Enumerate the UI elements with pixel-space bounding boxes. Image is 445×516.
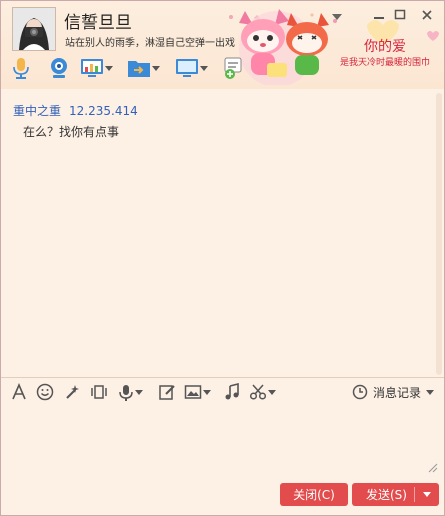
resize-grip-icon[interactable] xyxy=(428,463,438,473)
doodle-button[interactable] xyxy=(158,382,176,402)
banner-title: 你的爱 xyxy=(364,39,406,55)
close-button[interactable]: 关闭(C) xyxy=(280,483,348,506)
voice-message-button[interactable] xyxy=(118,382,144,402)
contact-signature: 站在别人的雨季，淋湿自己空弹一出戏 xyxy=(65,38,235,49)
magic-wand-icon xyxy=(66,385,79,399)
chat-header: 信誓旦旦 站在别人的雨季，淋湿自己空弹一出戏 你的爱 是我天冷时最暖的围巾 xyxy=(1,1,444,89)
font-button[interactable] xyxy=(10,382,28,402)
folder-icon xyxy=(128,61,150,77)
monitor-icon xyxy=(176,59,198,77)
screen-share-button[interactable] xyxy=(175,55,209,81)
clock-icon xyxy=(352,384,368,400)
chevron-down-icon xyxy=(135,390,143,395)
shake-icon xyxy=(91,385,107,399)
theme-banner: 你的爱 是我天冷时最暖的围巾 xyxy=(229,9,439,85)
chevron-down-icon xyxy=(152,66,160,71)
remote-assist-button[interactable] xyxy=(80,55,114,81)
font-icon xyxy=(12,383,26,400)
message-time: 12.235.414 xyxy=(69,104,138,118)
microphone-icon xyxy=(119,385,133,401)
minimize-icon[interactable] xyxy=(373,9,385,25)
banner-subtitle: 是我天冷时最暖的围巾 xyxy=(340,56,430,68)
send-image-button[interactable] xyxy=(184,382,212,402)
shake-window-button[interactable] xyxy=(90,382,108,402)
scissors-icon xyxy=(249,384,267,400)
chevron-down-icon xyxy=(426,390,435,395)
avatar[interactable] xyxy=(12,7,56,51)
voice-call-button[interactable] xyxy=(11,55,31,81)
music-button[interactable] xyxy=(223,382,241,402)
video-call-button[interactable] xyxy=(47,55,71,81)
history-scrollbar[interactable] xyxy=(436,93,442,375)
maximize-icon[interactable] xyxy=(394,9,406,25)
theme-dropdown-icon[interactable] xyxy=(332,11,342,25)
magic-expression-button[interactable] xyxy=(63,382,81,402)
app-center-button[interactable] xyxy=(223,55,249,81)
edit-icon xyxy=(159,385,175,400)
send-file-button[interactable] xyxy=(127,55,161,81)
music-note-icon xyxy=(225,383,239,400)
message-text: 在么？找你有点事 xyxy=(23,125,120,139)
avatar-photo xyxy=(13,8,55,50)
message-header: 重中之重 12.235.414 xyxy=(13,102,138,119)
contact-nickname: 信誓旦旦 xyxy=(64,13,132,33)
chat-window: 信誓旦旦 站在别人的雨季，淋湿自己空弹一出戏 你的爱 是我天冷时最暖的围巾 重中… xyxy=(0,0,445,516)
monitor-chart-icon xyxy=(81,59,103,77)
smiley-icon xyxy=(36,383,54,401)
close-icon[interactable] xyxy=(421,9,433,25)
send-options-chevron-icon[interactable] xyxy=(422,491,432,499)
close-button-label: 关闭(C) xyxy=(293,488,335,502)
chevron-down-icon xyxy=(203,390,211,395)
message-history[interactable]: 重中之重 12.235.414 在么？找你有点事 xyxy=(1,89,444,377)
send-options-divider xyxy=(414,487,415,502)
image-icon xyxy=(184,385,202,399)
chevron-down-icon xyxy=(200,66,208,71)
send-button-label: 发送(S) xyxy=(366,488,407,502)
webcam-icon xyxy=(51,58,67,78)
send-button[interactable]: 发送(S) xyxy=(352,483,439,506)
apps-plus-icon xyxy=(224,57,242,79)
chevron-down-icon xyxy=(268,390,276,395)
sender-name: 重中之重 xyxy=(13,104,62,118)
screenshot-button[interactable] xyxy=(249,382,277,402)
message-history-label: 消息记录 xyxy=(373,385,422,400)
microphone-icon xyxy=(13,58,29,79)
emoji-button[interactable] xyxy=(36,382,54,402)
message-history-button[interactable]: 消息记录 xyxy=(352,382,435,402)
format-toolbar: 消息记录 xyxy=(1,377,444,406)
chevron-down-icon xyxy=(105,66,113,71)
message-input[interactable] xyxy=(1,406,444,476)
